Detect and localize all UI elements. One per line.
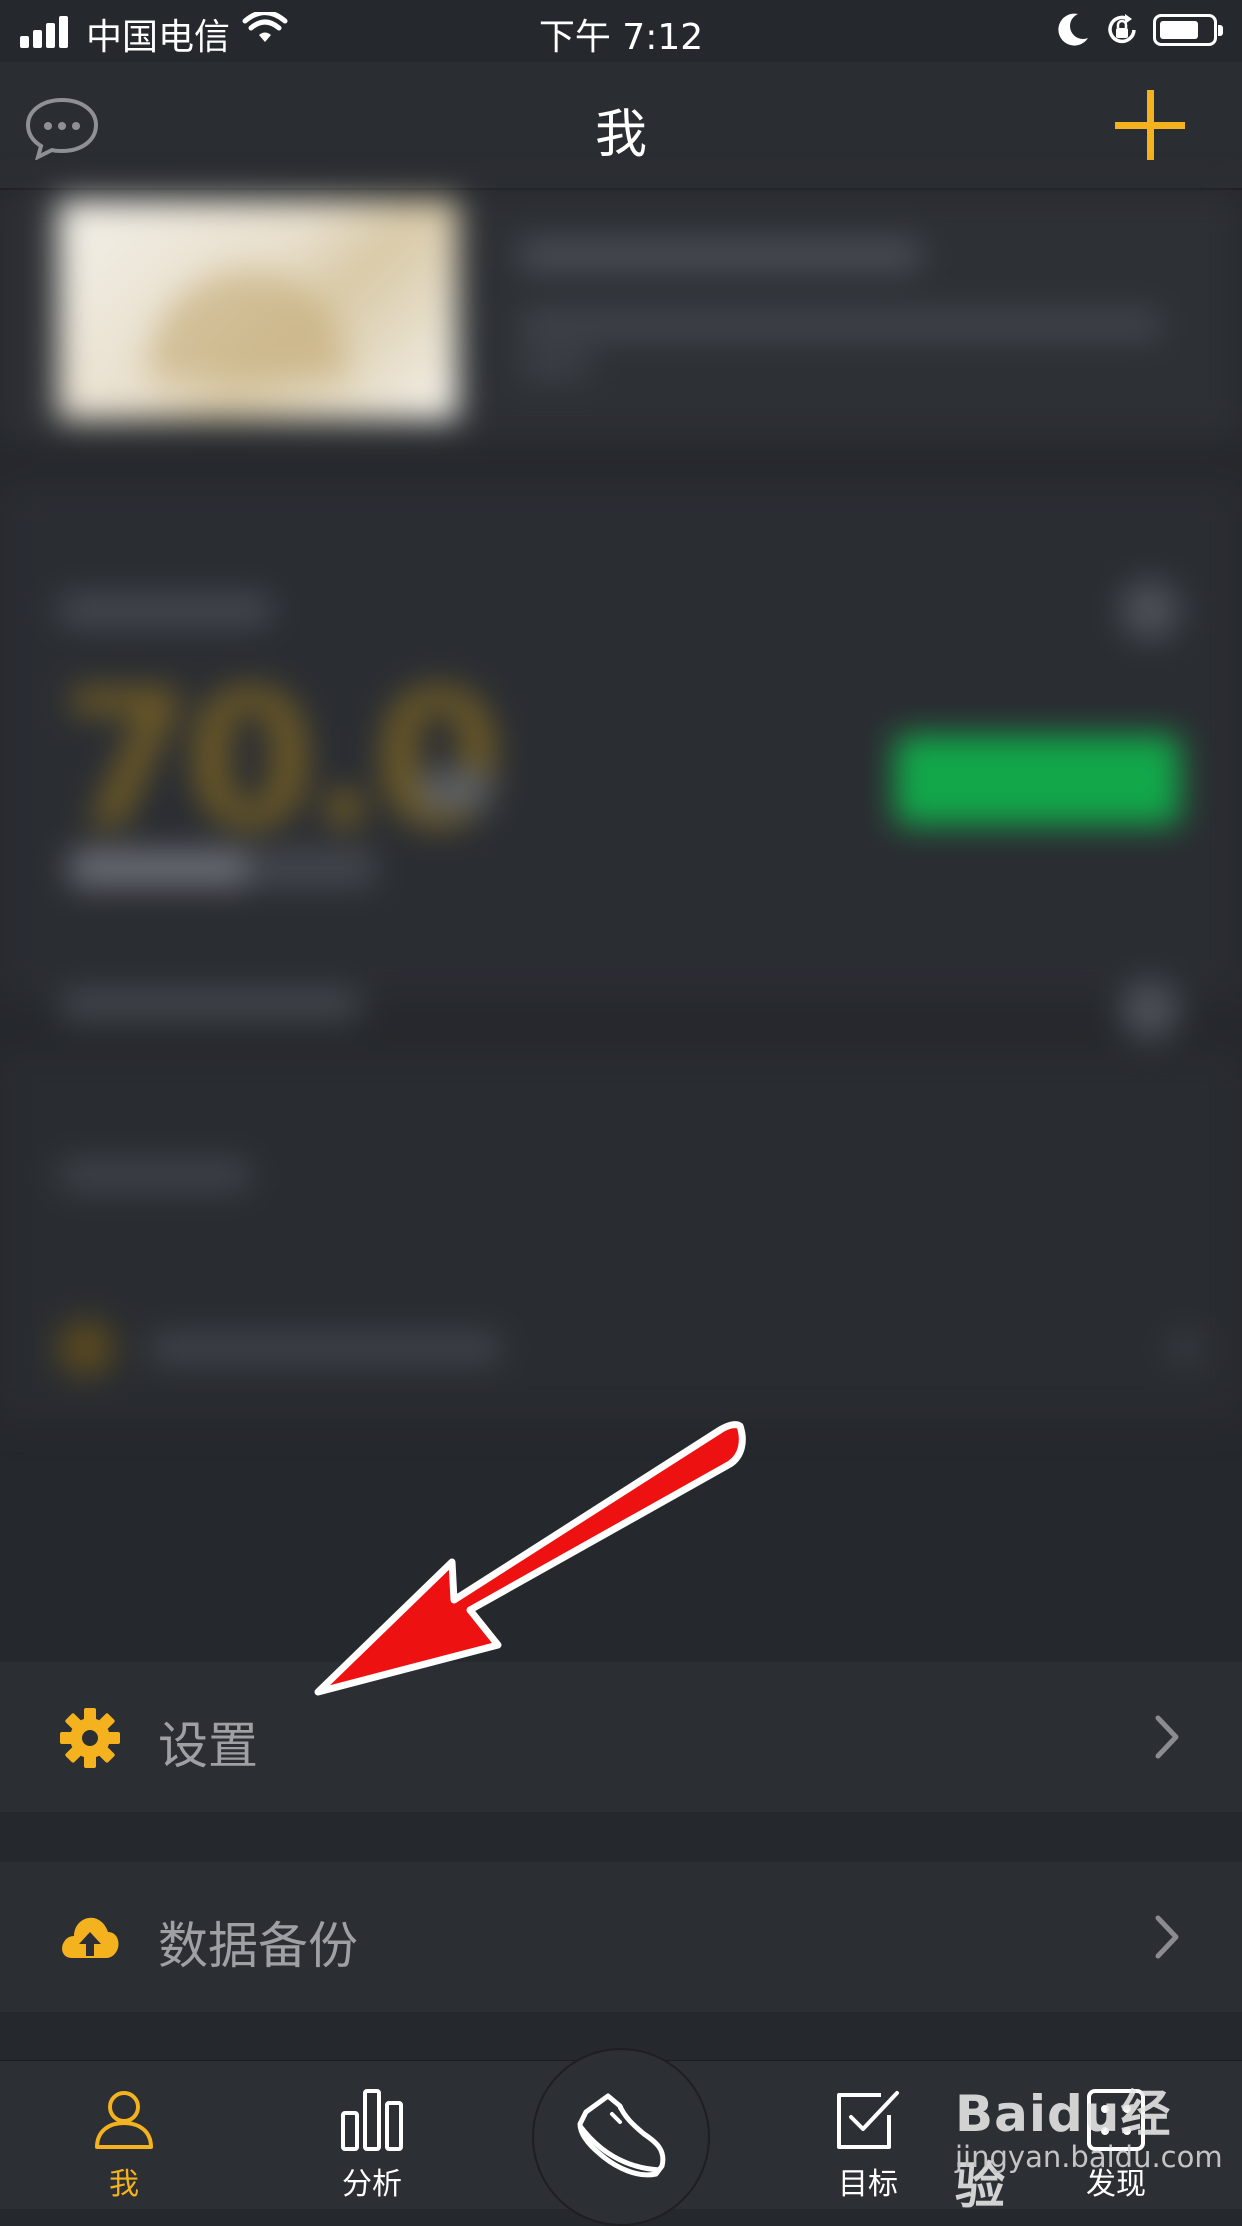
gear-icon xyxy=(60,1708,120,1768)
settings-row[interactable]: 设置 xyxy=(0,1662,1242,1812)
tab-me[interactable]: 我 xyxy=(34,2061,214,2209)
tab-analysis[interactable]: 分析 xyxy=(282,2061,462,2209)
tab-label: 分析 xyxy=(342,2167,402,2202)
chevron-right-icon xyxy=(1155,1715,1179,1759)
weight-unit xyxy=(420,770,490,810)
add-button[interactable] xyxy=(1115,90,1185,160)
profile-card xyxy=(0,190,1242,440)
moon-icon xyxy=(1058,13,1088,46)
tab-goal[interactable]: 目标 xyxy=(778,2061,958,2209)
page-title: 我 xyxy=(594,105,647,165)
person-icon xyxy=(95,2091,153,2149)
nav-bar: 我 xyxy=(0,62,1242,190)
baidu-watermark: Baidu经验 jingyan.baidu.com xyxy=(955,2074,1223,2215)
profile-image xyxy=(58,200,458,420)
weight-value: 70.0 xyxy=(60,650,505,871)
cloud-upload-icon xyxy=(62,1917,119,1958)
rotation-lock-icon xyxy=(1108,14,1136,44)
watermark-url: jingyan.baidu.com xyxy=(955,2140,1223,2174)
blurred-content: 70.0 xyxy=(0,190,1242,1660)
start-run-button[interactable] xyxy=(532,2048,710,2226)
battery-icon xyxy=(1153,14,1223,46)
shoe-icon xyxy=(577,2093,666,2178)
bar-chart-icon xyxy=(341,2089,403,2151)
tab-label: 目标 xyxy=(838,2167,898,2202)
record-button xyxy=(895,735,1180,825)
weight-card: 70.0 xyxy=(0,480,1242,1040)
status-bar: 中国电信 下午 7:12 xyxy=(0,0,1242,62)
settings-label: 设置 xyxy=(158,1717,258,1775)
data-backup-label: 数据备份 xyxy=(158,1917,358,1975)
tab-label: 我 xyxy=(109,2167,139,2202)
data-backup-row[interactable]: 数据备份 xyxy=(0,1862,1242,2012)
chevron-right-icon xyxy=(1155,1915,1179,1959)
checkbox-icon xyxy=(837,2091,899,2149)
reminder-card xyxy=(0,1050,1242,1420)
